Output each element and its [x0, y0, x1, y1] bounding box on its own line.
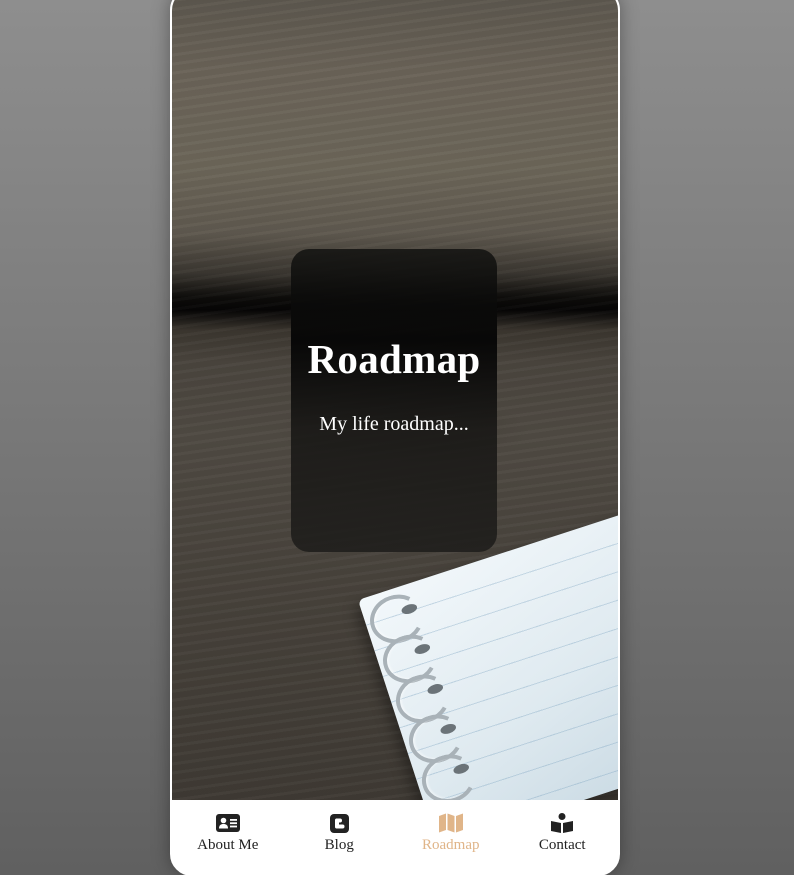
page-subtitle: My life roadmap...: [319, 413, 469, 435]
hero-card: Roadmap My life roadmap...: [291, 249, 497, 552]
nav-item-about-me[interactable]: About Me: [172, 800, 284, 874]
id-card-icon: [215, 813, 240, 833]
page-title: Roadmap: [307, 336, 481, 382]
blogger-icon: [327, 813, 351, 833]
map-icon: [438, 813, 463, 833]
bottom-nav: About Me Blog Roadmap Contact: [172, 800, 618, 874]
nav-item-contact[interactable]: Contact: [507, 800, 619, 874]
phone-frame: Roadmap My life roadmap... About Me Blog…: [170, 0, 620, 875]
nav-item-roadmap[interactable]: Roadmap: [395, 800, 507, 874]
hero-background-image: Roadmap My life roadmap...: [172, 0, 618, 800]
nav-label-roadmap: Roadmap: [422, 837, 480, 853]
nav-label-about-me: About Me: [197, 837, 259, 853]
contact-reader-icon: [550, 813, 574, 833]
nav-item-blog[interactable]: Blog: [284, 800, 396, 874]
nav-label-contact: Contact: [538, 837, 586, 853]
nav-label-blog: Blog: [324, 837, 354, 853]
